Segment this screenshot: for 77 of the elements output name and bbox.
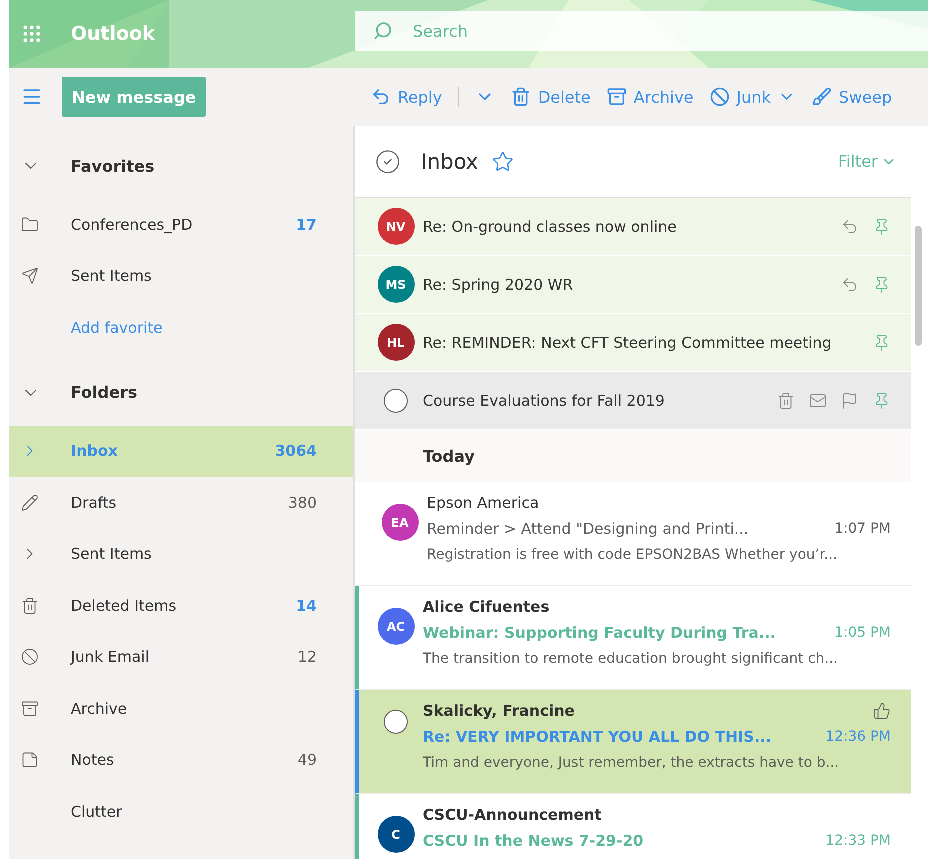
avatar: C bbox=[378, 816, 414, 853]
message-preview: Registration is free with code EPSON2BAS Whether you’r... bbox=[427, 547, 838, 563]
unread-count: 3064 bbox=[275, 442, 317, 460]
sweep-icon bbox=[812, 87, 832, 107]
sender-name: Skalicky, Francine bbox=[423, 702, 575, 720]
reply-icon bbox=[371, 87, 391, 107]
search-icon bbox=[373, 21, 393, 41]
flag-icon[interactable] bbox=[841, 392, 859, 410]
send-icon bbox=[21, 267, 39, 286]
note-icon bbox=[21, 751, 39, 770]
envelope-icon[interactable] bbox=[809, 392, 827, 410]
folder-item[interactable]: Deleted Items 14 bbox=[9, 580, 353, 632]
message-time: 1:07 PM bbox=[834, 521, 891, 537]
message-subject: Webinar: Supporting Faculty During Tra... bbox=[423, 624, 776, 642]
search-field[interactable]: Search bbox=[355, 11, 928, 51]
avatar: MS bbox=[378, 266, 414, 303]
app-name: Outlook bbox=[71, 23, 156, 45]
unread-count: 14 bbox=[296, 596, 317, 615]
folder-item[interactable]: Drafts 380 bbox=[9, 477, 353, 528]
scrollbar-thumb[interactable] bbox=[915, 226, 922, 346]
archive-icon bbox=[21, 700, 39, 718]
unread-count: 49 bbox=[298, 751, 317, 770]
pinned-message[interactable]: HL Re: REMINDER: Next CFT Steering Committee meeting bbox=[355, 314, 911, 372]
folder-item[interactable]: Clutter bbox=[9, 786, 353, 838]
message-subject: Course Evaluations for Fall 2019 bbox=[423, 392, 666, 410]
message-subject: Re: REMINDER: Next CFT Steering Committee meeting bbox=[423, 334, 833, 352]
sender-name: CSCU-Announcement bbox=[423, 806, 602, 824]
block-icon bbox=[21, 648, 39, 666]
message-subject: Re: VERY IMPORTANT YOU ALL DO THIS... bbox=[423, 728, 772, 746]
folder-item[interactable]: Sent Items bbox=[9, 250, 353, 302]
section-header[interactable]: Favorites bbox=[9, 140, 353, 192]
pinned-message[interactable]: MS Re: Spring 2020 WR bbox=[355, 256, 911, 314]
trash-icon bbox=[21, 596, 39, 615]
pinned-message[interactable]: NV Re: On-ground classes now online bbox=[355, 198, 911, 256]
sender-name: Epson America bbox=[427, 494, 540, 512]
avatar: EA bbox=[382, 504, 418, 541]
delete-icon bbox=[511, 87, 532, 107]
unread-count: 17 bbox=[296, 216, 317, 234]
select-circle[interactable] bbox=[384, 388, 408, 412]
folder-icon bbox=[21, 216, 39, 234]
unread-count: 12 bbox=[298, 648, 317, 666]
pinned-message[interactable]: Course Evaluations for Fall 2019 bbox=[355, 372, 911, 430]
folder-item[interactable]: Notes 49 bbox=[9, 734, 353, 786]
message-item[interactable]: AC Alice Cifuentes Webinar: Supporting Faculty During Tra... 1:05 PM The transition to remote education brought significant ch... bbox=[355, 586, 911, 690]
like-icon[interactable] bbox=[873, 702, 891, 720]
reply-icon[interactable] bbox=[841, 276, 859, 294]
message-subject: Re: On-ground classes now online bbox=[423, 218, 678, 236]
junk-icon bbox=[710, 87, 730, 107]
unread-count: 380 bbox=[288, 494, 317, 512]
message-subject: Reminder > Attend "Designing and Printi... bbox=[427, 520, 749, 538]
select-circle[interactable] bbox=[384, 710, 408, 734]
section-header[interactable]: Folders bbox=[9, 366, 353, 418]
archive-icon bbox=[606, 87, 627, 107]
avatar: HL bbox=[378, 324, 414, 361]
select-all-icon[interactable] bbox=[375, 148, 401, 174]
message-time: 12:33 PM bbox=[826, 833, 891, 849]
group-header: Today bbox=[355, 430, 911, 482]
message-subject: CSCU In the News 7-29-20 bbox=[423, 832, 644, 850]
folder-item[interactable]: Junk Email 12 bbox=[9, 632, 353, 683]
pencil-icon bbox=[21, 494, 39, 512]
reply-icon[interactable] bbox=[841, 218, 859, 236]
message-preview: Tim and everyone, Just remember, the extracts have to b... bbox=[423, 755, 840, 771]
folder-item[interactable]: Sent Items bbox=[9, 528, 353, 580]
app-launcher-icon[interactable] bbox=[21, 23, 43, 45]
folder-item[interactable]: Archive bbox=[9, 683, 353, 734]
folder-item[interactable]: Conferences_PD 17 bbox=[9, 199, 353, 250]
delete-icon[interactable] bbox=[777, 392, 795, 410]
message-time: 12:36 PM bbox=[826, 729, 891, 745]
message-time: 1:05 PM bbox=[834, 625, 891, 641]
message-item[interactable]: Skalicky, Francine Re: VERY IMPORTANT YOU ALL DO THIS... 12:36 PM Tim and everyone, Just remember, the extracts have to b... bbox=[355, 690, 911, 794]
message-preview: The transition to remote education brought significant ch... bbox=[423, 651, 838, 667]
message-subject: Re: Spring 2020 WR bbox=[423, 276, 574, 294]
avatar: AC bbox=[378, 608, 414, 645]
sender-name: Alice Cifuentes bbox=[423, 598, 550, 616]
star-icon[interactable] bbox=[492, 150, 514, 172]
avatar: NV bbox=[378, 208, 414, 245]
folder-title: Inbox bbox=[421, 150, 478, 174]
